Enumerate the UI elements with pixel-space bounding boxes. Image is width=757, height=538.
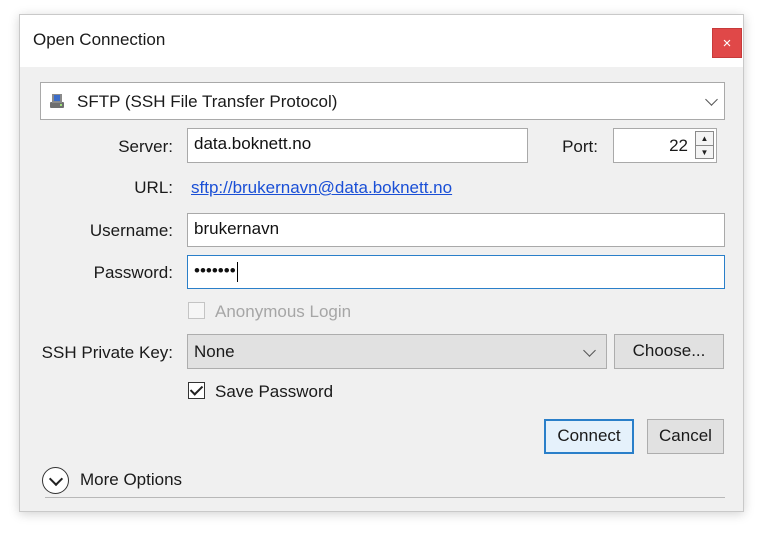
chevron-down-icon (48, 471, 64, 487)
password-input[interactable]: ••••••• (187, 255, 725, 289)
dialog-title: Open Connection (33, 30, 166, 49)
more-options-label[interactable]: More Options (80, 470, 182, 490)
anonymous-login-label: Anonymous Login (215, 302, 352, 321)
choose-key-button[interactable]: Choose... (614, 334, 724, 369)
port-stepper[interactable]: 22 ▲ ▼ (613, 128, 717, 163)
username-label: Username: (89, 221, 173, 240)
protocol-dropdown[interactable]: SFTP (SSH File Transfer Protocol) (40, 82, 725, 120)
password-value: ••••••• (194, 261, 236, 280)
server-input[interactable]: data.boknett.no (187, 128, 528, 163)
url-label: URL: (134, 178, 173, 197)
close-icon: × (722, 35, 732, 52)
port-label: Port: (562, 137, 598, 156)
spin-up-icon[interactable]: ▲ (696, 132, 713, 146)
cancel-button[interactable]: Cancel (647, 419, 724, 454)
drive-icon (50, 94, 64, 108)
port-value: 22 (669, 136, 688, 155)
open-connection-dialog: Open Connection × SFTP (SSH File Transfe… (19, 14, 744, 512)
ssh-key-selected: None (194, 342, 235, 361)
port-spinner[interactable]: ▲ ▼ (695, 131, 714, 159)
spin-down-icon[interactable]: ▼ (696, 146, 713, 159)
ssh-key-label: SSH Private Key: (41, 343, 173, 362)
text-caret (236, 261, 238, 282)
server-label: Server: (118, 137, 173, 156)
url-link[interactable]: sftp://brukernavn@data.boknett.no (191, 178, 452, 198)
server-value: data.boknett.no (194, 134, 312, 153)
chevron-down-icon (705, 93, 718, 106)
title-bar: Open Connection × (20, 15, 743, 67)
save-password-label: Save Password (215, 382, 334, 401)
chevron-down-icon (583, 344, 596, 357)
close-button[interactable]: × (712, 28, 742, 58)
password-label: Password: (93, 263, 173, 282)
ssh-key-dropdown[interactable]: None (187, 334, 607, 369)
username-input[interactable]: brukernavn (187, 213, 725, 247)
anonymous-login-checkbox[interactable] (188, 302, 205, 319)
username-value: brukernavn (194, 219, 280, 238)
check-icon (189, 382, 204, 396)
bottom-divider (45, 497, 725, 498)
protocol-selected: SFTP (SSH File Transfer Protocol) (77, 92, 338, 111)
more-options-toggle[interactable] (42, 467, 69, 494)
connect-button[interactable]: Connect (544, 419, 634, 454)
save-password-checkbox[interactable] (188, 382, 205, 399)
